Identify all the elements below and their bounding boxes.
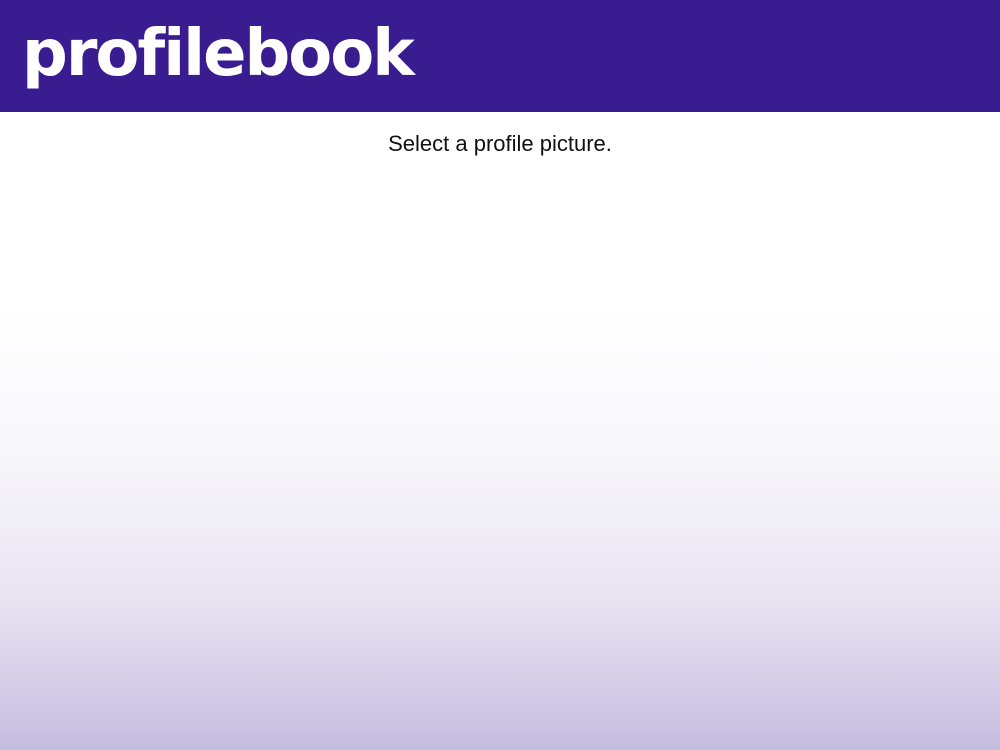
instruction-text: Select a profile picture. (388, 131, 612, 156)
app-logo: profilebook (22, 17, 415, 91)
header-bar: profilebook (0, 0, 1000, 112)
main-content: Select a profile picture. (0, 112, 1000, 750)
